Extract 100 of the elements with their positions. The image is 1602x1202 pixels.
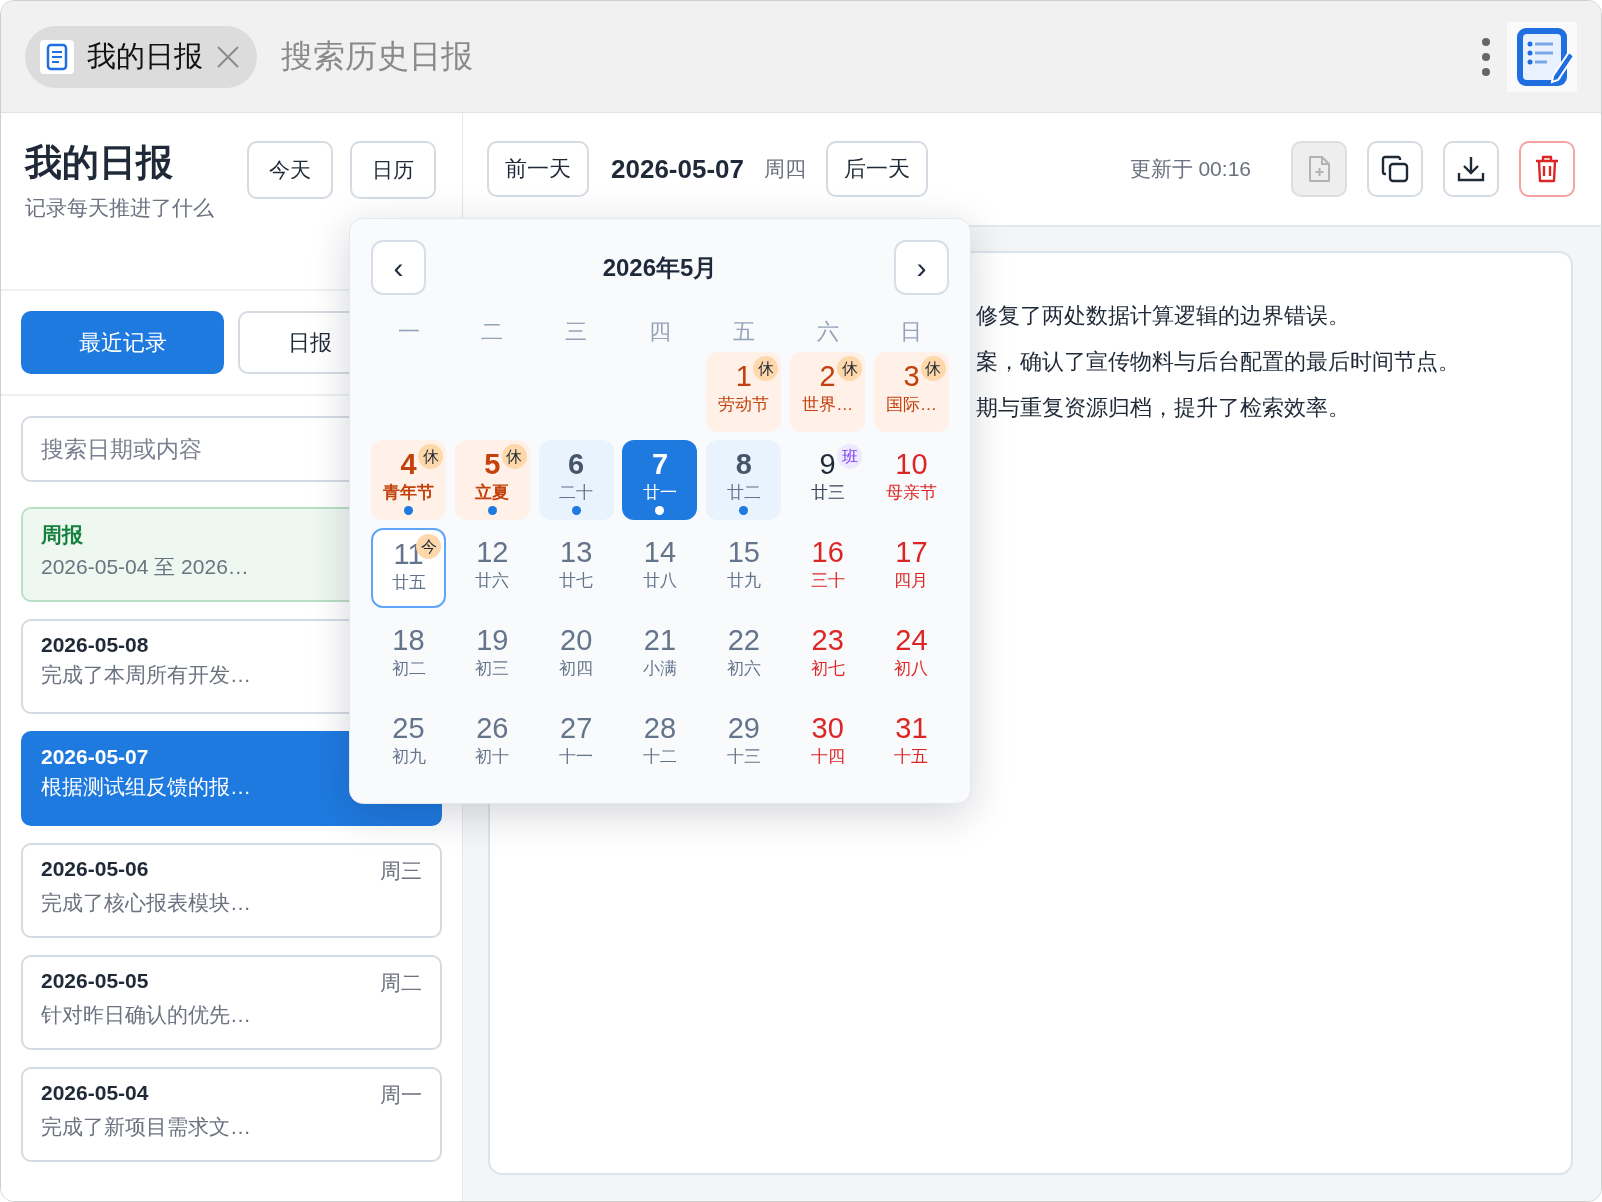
calendar-day[interactable]: 29 十三 (706, 704, 782, 784)
calendar-day[interactable]: 10 母亲节 (873, 440, 949, 520)
day-number: 24 (895, 623, 928, 658)
calendar-day[interactable]: 1 休 劳动节 (706, 352, 782, 432)
lunar-date: 十二 (643, 746, 677, 768)
delete-button[interactable] (1519, 141, 1575, 197)
day-badge: 休 (418, 444, 443, 469)
day-number: 8 (735, 447, 752, 482)
app-tab[interactable]: 我的日报 (25, 25, 257, 88)
calendar-day[interactable]: 13 廿七 (538, 528, 614, 608)
nav-button[interactable]: 日历 (350, 141, 436, 199)
calendar-day[interactable]: 5 休 立夏 (454, 440, 530, 520)
search-field[interactable]: 搜索历史日报 (281, 34, 701, 79)
day-number: 16 (811, 535, 844, 570)
calendar-day[interactable]: 14 廿八 (622, 528, 698, 608)
lunar-date: 初四 (559, 658, 594, 680)
day-number: 10 (895, 447, 928, 482)
calendar-day[interactable]: 9 班 廿三 (790, 440, 866, 520)
next-day-button[interactable]: 后一天 (826, 141, 928, 197)
lunar-date: 青年节 (383, 482, 434, 504)
day-number: 9 (819, 447, 836, 482)
calendar-day[interactable]: 7 廿一 (622, 440, 698, 520)
calendar-day[interactable]: 23 初七 (790, 616, 866, 696)
panel-title: 我的日报 (25, 141, 174, 185)
lunar-date: 廿一 (643, 482, 677, 504)
copy-button[interactable] (1367, 141, 1423, 197)
day-number: 14 (643, 535, 677, 570)
report-item[interactable]: 2026-05-05 周二 针对昨日确认的优先… (21, 955, 442, 1050)
item-summary: 针对昨日确认的优先… (41, 1002, 251, 1028)
report-line: 修复了两处数据计算逻辑的边界错误。 (976, 302, 1351, 330)
calendar-day[interactable]: 6 二十 (538, 440, 614, 520)
item-weekday: 周一 (380, 1082, 422, 1108)
weekday-label: 六 (815, 318, 840, 346)
lunar-date: 十三 (726, 746, 761, 768)
menu-icon[interactable] (1481, 36, 1491, 77)
report-item[interactable]: 2026-05-04 周一 完成了新项目需求文… (21, 1067, 442, 1162)
day-number: 30 (811, 711, 844, 746)
current-date: 2026-05-07 (611, 153, 744, 185)
calendar-day[interactable]: 21 小满 (622, 616, 698, 696)
calendar-day[interactable]: 20 初四 (538, 616, 614, 696)
lunar-date: 廿八 (643, 570, 677, 592)
lunar-date: 母亲节 (885, 482, 937, 504)
close-icon[interactable] (215, 43, 241, 70)
panel-subtitle: 记录每天推进了什么 (25, 195, 215, 221)
report-line: 期与重复资源归档，提升了检索效率。 (976, 394, 1351, 422)
day-number: 3 (903, 359, 920, 394)
day-number: 6 (568, 447, 585, 482)
calendar-day[interactable]: 24 初八 (873, 616, 949, 696)
notebook-icon (39, 38, 75, 75)
lunar-date: 四月 (894, 570, 929, 592)
calendar-day[interactable]: 3 休 国际… (873, 352, 949, 432)
month-title: 2026年5月 (602, 252, 718, 283)
calendar-day[interactable]: 30 十四 (790, 704, 866, 784)
report-item[interactable]: 2026-05-06 周三 完成了核心报表模块… (21, 843, 442, 938)
weekday-label: 三 (564, 318, 589, 346)
calendar-day[interactable]: 22 初六 (706, 616, 782, 696)
view-tab[interactable]: 最近记录 (21, 311, 224, 374)
item-summary: 2026-05-04 至 2026… (41, 554, 249, 580)
lunar-date: 廿二 (726, 482, 761, 504)
download-button[interactable] (1443, 141, 1499, 197)
lunar-date: 廿五 (391, 572, 426, 594)
weekday-label: 五 (731, 318, 756, 346)
day-badge: 休 (501, 444, 527, 469)
lunar-date: 国际… (885, 394, 937, 416)
nav-button[interactable]: 今天 (247, 141, 333, 199)
calendar-day[interactable]: 4 休 青年节 (371, 440, 446, 520)
item-summary: 完成了新项目需求文… (41, 1114, 251, 1140)
item-summary: 根据测试组反馈的报… (41, 774, 251, 800)
lunar-date: 初七 (810, 658, 845, 680)
file-plus-icon (1306, 155, 1332, 183)
next-month-button[interactable]: › (894, 240, 949, 295)
calendar-day[interactable]: 17 四月 (873, 528, 949, 608)
lunar-date: 初六 (726, 658, 761, 680)
calendar-day[interactable]: 27 十一 (538, 704, 614, 784)
calendar-day[interactable]: 28 十二 (622, 704, 698, 784)
item-title: 2026-05-07 (41, 745, 149, 769)
day-number: 22 (727, 623, 760, 658)
day-number: 28 (643, 711, 677, 746)
day-number: 13 (560, 535, 593, 570)
notebook-icon[interactable] (1507, 21, 1577, 92)
item-title: 2026-05-04 (41, 1081, 149, 1105)
previous-day-button[interactable]: 前一天 (487, 141, 589, 197)
calendar-day[interactable]: 16 三十 (790, 528, 866, 608)
calendar-day[interactable]: 2 休 世界… (790, 352, 866, 432)
calendar-day[interactable]: 8 廿二 (706, 440, 782, 520)
lunar-date: 劳动节 (718, 394, 770, 416)
calendar-day[interactable]: 31 十五 (873, 704, 949, 784)
day-number: 15 (727, 535, 760, 570)
lunar-date: 初八 (894, 658, 929, 680)
tab-title: 我的日报 (87, 38, 203, 74)
report-line: 案，确认了宣传物料与后台配置的最后时间节点。 (976, 348, 1461, 376)
previous-month-button[interactable]: ‹ (371, 240, 426, 295)
item-title: 2026-05-05 (41, 969, 149, 993)
lunar-date: 小满 (643, 658, 677, 680)
item-summary: 完成了核心报表模块… (41, 890, 251, 916)
day-badge: 班 (837, 444, 863, 469)
day-badge: 休 (837, 356, 863, 381)
lunar-date: 廿七 (559, 570, 594, 592)
calendar-day[interactable]: 15 廿九 (706, 528, 782, 608)
lunar-date: 廿九 (726, 570, 761, 592)
